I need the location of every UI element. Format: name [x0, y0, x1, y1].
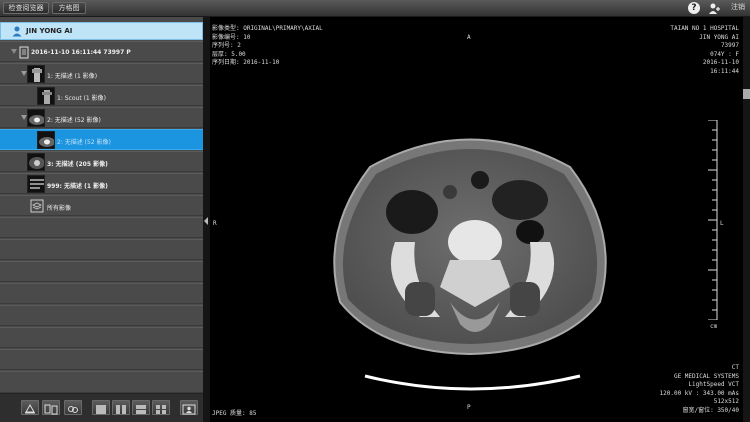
layout-single-icon	[96, 405, 106, 414]
series-row-1[interactable]: 1: 无描述 (1 影像)	[0, 63, 203, 84]
stack-icon	[30, 199, 44, 213]
layout-rows-icon	[136, 405, 146, 414]
series-row-4-selected[interactable]: 2: 无描述 (52 影像)	[0, 129, 203, 150]
series-row-6[interactable]: 999: 无描述 (1 影像)	[0, 173, 203, 194]
overlay-line: 序列日期: 2016-11-10	[212, 59, 280, 67]
series-thumbnail	[27, 109, 45, 127]
layout-2x1-button[interactable]	[132, 400, 150, 415]
scout-icon	[42, 90, 52, 104]
slice-scrollbar[interactable]	[743, 17, 750, 422]
person-outline-icon	[25, 403, 35, 414]
overlay-top-left: 影像类型: ORIGINAL\PRIMARY\AXIAL 影像编号: 10 序列号:…	[212, 25, 323, 68]
overlay-line: JIN YONG AI	[699, 33, 739, 41]
ct-slice-icon	[39, 137, 54, 147]
collapse-left-icon[interactable]	[204, 217, 208, 225]
overlay-line: CT	[731, 364, 739, 371]
study-viewer-button[interactable]: 检查阅览器	[3, 2, 49, 14]
overlay-line: 2016-11-10	[702, 59, 739, 67]
scout-icon	[32, 68, 42, 82]
anonymize-button[interactable]	[21, 400, 39, 415]
series-thumbnail	[37, 131, 55, 149]
ct-slice-icon	[29, 157, 44, 169]
ruler-unit: cm	[710, 323, 718, 330]
logout-button[interactable]: 注销	[728, 2, 748, 14]
patient-row[interactable]: JIN YONG AI	[0, 22, 203, 40]
overlay-line: GE MEDICAL SYSTEMS	[673, 372, 739, 380]
overlay-line: 影像类型: ORIGINAL\PRIMARY\AXIAL	[212, 25, 323, 32]
orientation-top: A	[467, 34, 471, 41]
document-icon	[19, 46, 29, 59]
series-thumbnail	[27, 175, 45, 193]
compare-button[interactable]	[42, 400, 60, 415]
patient-info-button[interactable]	[180, 400, 198, 415]
overlay-line: 512x512	[713, 398, 739, 406]
sidebar-toolbar	[0, 393, 203, 422]
series-label: 2: 无描述 (52 影像)	[47, 117, 101, 124]
user-icon	[12, 26, 22, 37]
jpeg-quality: JPEG 质量: 85	[212, 410, 257, 417]
series-label: 1: 无描述 (1 影像)	[47, 73, 98, 80]
all-images-row[interactable]: 所有影像	[0, 195, 203, 216]
link-icon	[68, 406, 78, 413]
sidebar-collapse-handle[interactable]	[203, 17, 210, 422]
grid-view-button[interactable]: 方格图	[52, 2, 86, 14]
overlay-line: 窗宽/窗位: 350/40	[682, 406, 739, 414]
scrollbar-thumb[interactable]	[743, 89, 750, 99]
layout-1x2-button[interactable]	[112, 400, 130, 415]
link-button[interactable]	[64, 400, 82, 415]
layout-1x1-button[interactable]	[92, 400, 110, 415]
text-page-icon	[30, 179, 44, 189]
ct-slice-icon	[29, 115, 44, 125]
overlay-line: 120.00 kV : 343.00 mAs	[659, 389, 739, 397]
series-row-3[interactable]: 2: 无描述 (52 影像)	[0, 107, 203, 128]
study-row[interactable]: 2016-11-10 16:11:44 73997 P	[0, 41, 203, 62]
series-thumbnail	[27, 153, 45, 171]
app-window: 检查阅览器 方格图 ? 注销 JIN YONG AI 2016-11-10 16…	[0, 0, 750, 422]
overlay-line: 73997	[720, 42, 739, 50]
overlay-line: TAIAN NO 1 HOSPITAL	[670, 25, 739, 32]
overlay-line: 序列号: 2	[212, 42, 241, 50]
add-user-icon[interactable]	[708, 2, 721, 15]
patient-name: JIN YONG AI	[26, 27, 73, 35]
help-icon[interactable]: ?	[688, 2, 700, 14]
overlay-line: 影像编号: 10	[212, 33, 251, 41]
overlay-line: 074Y : F	[710, 50, 739, 58]
compare-icon	[44, 404, 58, 415]
image-viewport[interactable]: 影像类型: ORIGINAL\PRIMARY\AXIAL 影像编号: 10 序列号:…	[210, 17, 743, 422]
all-images-label: 所有影像	[47, 205, 72, 212]
orientation-bottom: P	[467, 404, 471, 411]
series-thumbnail	[27, 65, 45, 83]
overlay-top-right: TAIAN NO 1 HOSPITAL JIN YONG AI 73997 074Y …	[670, 25, 739, 77]
study-label: 2016-11-10 16:11:44 73997 P	[31, 49, 131, 56]
series-sidebar: JIN YONG AI 2016-11-10 16:11:44 73997 P …	[0, 17, 203, 422]
collapse-icon[interactable]	[11, 49, 17, 54]
series-thumbnail	[37, 87, 55, 105]
overlay-bottom-right: CT GE MEDICAL SYSTEMS LightSpeed VCT 120.00…	[660, 364, 739, 416]
layout-columns-icon	[116, 405, 126, 414]
overlay-line: 16:11:44	[710, 67, 739, 75]
id-card-icon	[182, 404, 196, 415]
orientation-left: L	[720, 220, 724, 227]
layout-2x2-button[interactable]	[152, 400, 170, 415]
series-label: 1: Scout (1 影像)	[57, 95, 106, 102]
orientation-right: R	[213, 220, 217, 227]
ct-image	[333, 138, 607, 391]
series-row-5[interactable]: 3: 无描述 (205 影像)	[0, 151, 203, 172]
layout-grid-icon	[156, 405, 166, 414]
series-label: 3: 无描述 (205 影像)	[47, 161, 108, 168]
top-toolbar: 检查阅览器 方格图 ? 注销	[0, 0, 750, 17]
series-row-2[interactable]: 1: Scout (1 影像)	[0, 85, 203, 106]
overlay-line: LightSpeed VCT	[688, 381, 739, 389]
series-label: 2: 无描述 (52 影像)	[57, 139, 111, 146]
series-label: 999: 无描述 (1 影像)	[47, 183, 108, 190]
scale-ruler	[708, 120, 718, 320]
